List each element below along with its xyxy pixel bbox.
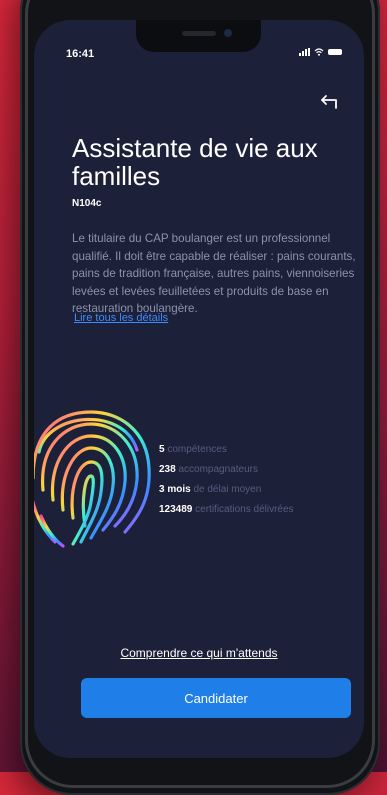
battery-icon xyxy=(328,49,342,55)
stat-label: accompagnateurs xyxy=(178,464,258,475)
job-description: Le titulaire du CAP boulanger est un pro… xyxy=(72,232,356,315)
stat-accompagnateurs: 238 accompagnateurs xyxy=(159,460,294,480)
read-details-link[interactable]: Lire tous les détails xyxy=(74,312,168,324)
wifi-icon xyxy=(314,48,324,56)
stat-label: de délai moyen xyxy=(193,484,262,495)
understand-link[interactable]: Comprendre ce qui m'attends xyxy=(34,646,364,660)
job-code: N104c xyxy=(72,198,102,209)
stat-label: compétences xyxy=(167,444,227,455)
status-time: 16:41 xyxy=(66,48,95,60)
app-screen: 16:41 Assistante de vie aux familles N10… xyxy=(34,20,364,758)
stat-value: 123489 xyxy=(159,504,193,515)
back-arrow-icon[interactable] xyxy=(318,94,340,110)
stat-delai: 3 mois de délai moyen xyxy=(159,480,294,500)
apply-button[interactable]: Candidater xyxy=(81,678,351,718)
notch xyxy=(136,20,261,52)
stat-value: 238 xyxy=(159,464,176,475)
page-title: Assistante de vie aux familles xyxy=(72,133,318,191)
stat-certifications: 123489 certifications délivrées xyxy=(159,500,294,520)
stat-label: certifications délivrées xyxy=(195,504,294,515)
stat-competences: 5 compétences xyxy=(159,440,294,460)
fingerprint-icon xyxy=(34,410,151,548)
signal-icon xyxy=(299,48,310,56)
speaker xyxy=(182,31,216,36)
status-icons xyxy=(299,48,342,56)
front-camera xyxy=(224,29,232,37)
stat-value: 5 xyxy=(159,444,165,455)
stat-value: 3 mois xyxy=(159,484,191,495)
stats-list: 5 compétences 238 accompagnateurs 3 mois… xyxy=(159,440,294,520)
